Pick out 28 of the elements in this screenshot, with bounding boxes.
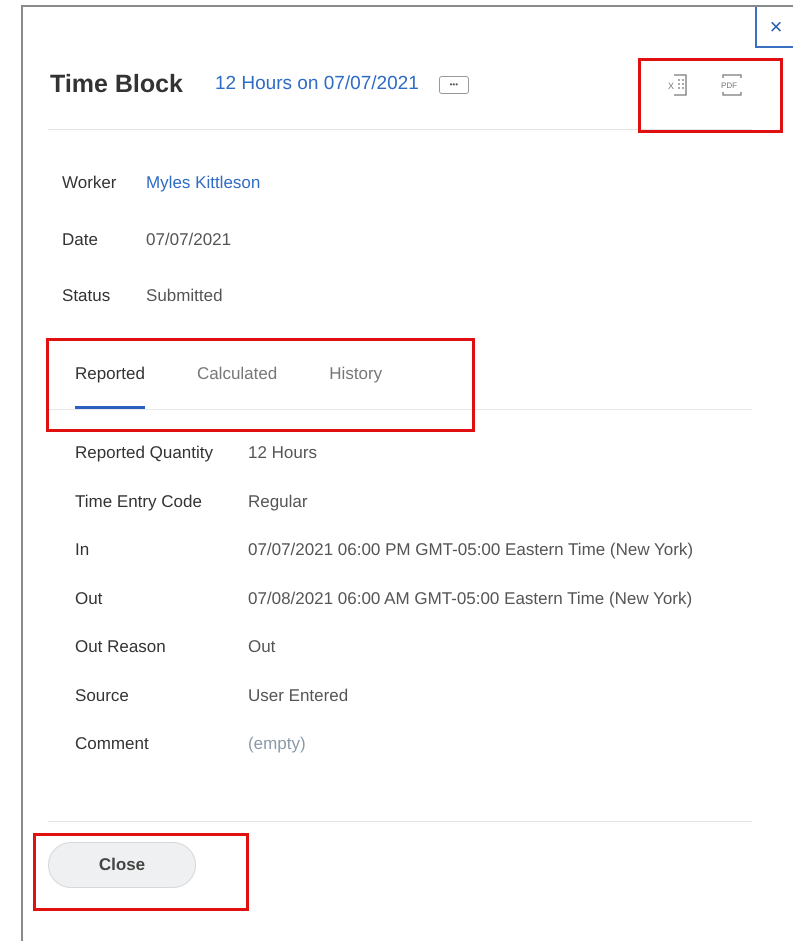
- field-label: Reported Quantity: [75, 442, 214, 464]
- field-value: (empty): [248, 733, 306, 755]
- field-label: Date: [62, 228, 99, 250]
- field-value: 12 Hours: [248, 442, 317, 464]
- tab[interactable]: Reported: [75, 360, 145, 409]
- field-value: User Entered: [248, 684, 348, 706]
- close-button[interactable]: Close: [48, 842, 196, 888]
- field-label: Worker: [62, 172, 118, 194]
- field-value: 07/07/2021: [146, 228, 232, 250]
- field-value: Regular: [248, 490, 308, 512]
- worker-link[interactable]: Myles Kittleson: [146, 170, 260, 196]
- tab[interactable]: History: [329, 360, 382, 409]
- field-label: Source: [75, 684, 130, 706]
- field-label: Out: [75, 588, 104, 610]
- time-block-link[interactable]: 12 Hours on 07/07/2021: [214, 70, 419, 99]
- tab[interactable]: Calculated: [196, 360, 278, 409]
- field-label: Status: [62, 285, 112, 307]
- field-value: 07/08/2021 06:00 AM GMT-05:00 Eastern Time (New York): [248, 588, 692, 610]
- field-value: Out: [248, 636, 276, 658]
- close-button[interactable]: ×: [755, 7, 793, 48]
- more-button[interactable]: •••: [438, 76, 469, 94]
- field-label: Out Reason: [75, 636, 167, 658]
- page-title: Time Block: [50, 68, 183, 100]
- field-value: Submitted: [146, 285, 223, 307]
- field-label: Comment: [75, 733, 150, 755]
- field-label: Time Entry Code: [75, 490, 203, 512]
- field-value: 07/07/2021 06:00 PM GMT-05:00 Eastern Time (New York): [248, 539, 694, 561]
- field-label: In: [75, 539, 90, 561]
